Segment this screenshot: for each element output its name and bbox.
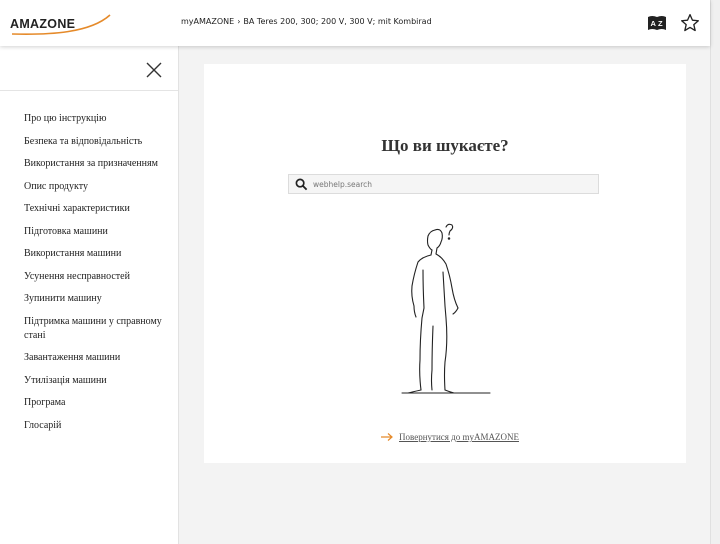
star-icon[interactable] xyxy=(680,13,700,33)
back-link[interactable]: Повернутися до myAMAZONE xyxy=(380,432,519,442)
page-title: Що ви шукаєте? xyxy=(381,136,509,155)
close-icon[interactable] xyxy=(144,60,164,80)
sidebar-menu: Про цю інструкцію Безпека та відповідаль… xyxy=(24,112,174,441)
svg-text:Z: Z xyxy=(658,19,663,28)
sidebar-item-machine-preparation[interactable]: Підготовка машини xyxy=(24,225,174,239)
breadcrumb: myAMAZONE › BA Teres 200, 300; 200 V, 300 … xyxy=(181,17,432,26)
search-card: Що ви шукаєте? webhelp.search Повернутис… xyxy=(204,64,686,463)
search-icon[interactable] xyxy=(295,178,308,191)
sidebar-item-machine-use[interactable]: Використання машини xyxy=(24,247,174,261)
sidebar-item-glossary[interactable]: Глосарій xyxy=(24,419,174,433)
svg-text:A: A xyxy=(651,19,657,28)
sidebar-item-program[interactable]: Програма xyxy=(24,396,174,410)
sidebar-item-stop-machine[interactable]: Зупинити машину xyxy=(24,292,174,306)
sidebar-item-loading[interactable]: Завантаження машини xyxy=(24,351,174,365)
breadcrumb-item-current[interactable]: BA Teres 200, 300; 200 V, 300 V; mit Kom… xyxy=(243,17,431,26)
amazone-logo[interactable]: AMAZONE xyxy=(10,12,116,36)
arrow-right-icon xyxy=(381,433,393,441)
language-az-icon[interactable]: A Z xyxy=(647,13,667,33)
sidebar-item-safety[interactable]: Безпека та відповідальність xyxy=(24,135,174,149)
search-box[interactable] xyxy=(288,174,599,194)
page-scrollbar[interactable] xyxy=(710,0,720,544)
sidebar: Про цю інструкцію Безпека та відповідаль… xyxy=(0,46,179,544)
sidebar-divider xyxy=(0,90,178,91)
search-input[interactable] xyxy=(313,175,593,193)
sidebar-item-about-manual[interactable]: Про цю інструкцію xyxy=(24,112,174,126)
sidebar-item-intended-use[interactable]: Використання за призначенням xyxy=(24,157,174,171)
top-header: AMAZONE myAMAZONE › BA Teres 200, 300; 200… xyxy=(0,0,710,46)
thinking-person-question-icon xyxy=(390,222,500,400)
sidebar-item-troubleshooting[interactable]: Усунення несправностей xyxy=(24,270,174,284)
sidebar-item-product-description[interactable]: Опис продукту xyxy=(24,180,174,194)
sidebar-item-technical-data[interactable]: Технічні характеристики xyxy=(24,202,174,216)
breadcrumb-separator: › xyxy=(237,17,241,26)
breadcrumb-item-home[interactable]: myAMAZONE xyxy=(181,17,234,26)
sidebar-item-maintenance[interactable]: Підтримка машини у справному стані xyxy=(24,315,174,343)
back-link-label: Повернутися до myAMAZONE xyxy=(399,432,519,442)
logo-swoosh-icon xyxy=(11,14,111,35)
sidebar-item-disposal[interactable]: Утилізація машини xyxy=(24,374,174,388)
